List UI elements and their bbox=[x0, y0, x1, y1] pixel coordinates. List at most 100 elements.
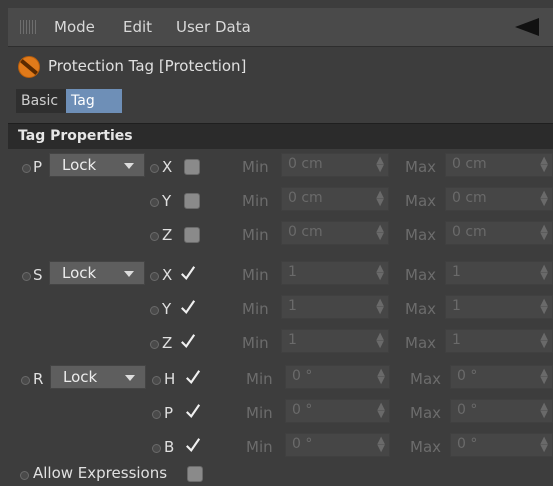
max-label: Max bbox=[410, 404, 442, 422]
min-label: Min bbox=[242, 226, 269, 244]
max-value: 0 cm bbox=[452, 224, 487, 240]
animation-dot-icon[interactable] bbox=[152, 376, 161, 385]
min-field[interactable]: 0 ° ▲ ▼ bbox=[285, 399, 390, 423]
spinner-arrows-icon[interactable]: ▲ ▼ bbox=[377, 402, 385, 420]
spinner-arrows-icon[interactable]: ▲ ▼ bbox=[540, 224, 548, 242]
max-field[interactable]: 0 cm ▲ ▼ bbox=[445, 187, 553, 211]
min-field[interactable]: 1 ▲ ▼ bbox=[281, 295, 389, 319]
spinner-arrows-icon[interactable]: ▲ ▼ bbox=[540, 156, 548, 174]
checkmark-icon[interactable] bbox=[185, 369, 201, 385]
menu-edit[interactable]: Edit bbox=[123, 18, 152, 36]
min-label: Min bbox=[242, 300, 269, 318]
chevron-down-icon bbox=[124, 163, 134, 169]
menu-mode[interactable]: Mode bbox=[54, 18, 95, 36]
spinner-arrows-icon[interactable]: ▲ ▼ bbox=[377, 368, 385, 386]
animation-dot-icon[interactable] bbox=[22, 164, 31, 173]
animation-dot-icon[interactable] bbox=[150, 198, 159, 207]
min-label: Min bbox=[246, 370, 273, 388]
animation-dot-icon[interactable] bbox=[150, 272, 159, 281]
allow-expressions-label: Allow Expressions bbox=[33, 464, 168, 482]
checkmark-icon[interactable] bbox=[180, 265, 196, 281]
spinner-arrows-icon[interactable]: ▲ ▼ bbox=[376, 264, 384, 282]
min-label: Min bbox=[242, 158, 269, 176]
max-field[interactable]: 0 cm ▲ ▼ bbox=[445, 153, 553, 177]
min-value: 1 bbox=[288, 332, 297, 348]
spinner-arrows-icon[interactable]: ▲ ▼ bbox=[376, 224, 384, 242]
animation-dot-icon[interactable] bbox=[150, 340, 159, 349]
mode-dropdown-value: Lock bbox=[63, 368, 98, 386]
checkmark-icon[interactable] bbox=[185, 403, 201, 419]
spinner-arrows-icon[interactable]: ▲ ▼ bbox=[540, 332, 548, 350]
min-value: 0 cm bbox=[288, 190, 323, 206]
animation-dot-icon[interactable] bbox=[22, 272, 31, 281]
min-field[interactable]: 0 ° ▲ ▼ bbox=[285, 433, 390, 457]
axis-label-y: Y bbox=[162, 192, 172, 210]
spinner-arrows-icon[interactable]: ▲ ▼ bbox=[540, 298, 548, 316]
spinner-arrows-icon[interactable]: ▲ ▼ bbox=[376, 298, 384, 316]
axis-label-x: X bbox=[162, 266, 173, 284]
spinner-arrows-icon[interactable]: ▲ ▼ bbox=[540, 264, 548, 282]
min-field[interactable]: 1 ▲ ▼ bbox=[281, 329, 389, 353]
checkmark-icon[interactable] bbox=[180, 333, 196, 349]
max-field[interactable]: 0 ° ▲ ▼ bbox=[450, 365, 553, 389]
min-value: 1 bbox=[288, 298, 297, 314]
tab-tag[interactable]: Tag bbox=[66, 89, 122, 113]
max-field[interactable]: 1 ▲ ▼ bbox=[445, 295, 553, 319]
spinner-arrows-icon[interactable]: ▲ ▼ bbox=[376, 332, 384, 350]
spinner-arrows-icon[interactable]: ▲ ▼ bbox=[540, 190, 548, 208]
max-value: 0 ° bbox=[457, 402, 478, 418]
tab-basic[interactable]: Basic bbox=[16, 89, 66, 113]
max-label: Max bbox=[405, 300, 437, 318]
spinner-arrows-icon[interactable]: ▲ ▼ bbox=[540, 436, 548, 454]
spinner-arrows-icon[interactable]: ▲ ▼ bbox=[377, 436, 385, 454]
mode-dropdown-r[interactable]: Lock bbox=[50, 365, 146, 389]
min-field[interactable]: 0 cm ▲ ▼ bbox=[281, 221, 389, 245]
checkmark-icon[interactable] bbox=[180, 299, 196, 315]
min-field[interactable]: 0 cm ▲ ▼ bbox=[281, 153, 389, 177]
group-label-s: S bbox=[33, 266, 43, 284]
animation-dot-icon[interactable] bbox=[150, 164, 159, 173]
min-field[interactable]: 0 ° ▲ ▼ bbox=[285, 365, 390, 389]
animation-dot-icon[interactable] bbox=[152, 444, 161, 453]
min-value: 0 ° bbox=[292, 436, 313, 452]
max-field[interactable]: 0 ° ▲ ▼ bbox=[450, 399, 553, 423]
mode-dropdown-value: Lock bbox=[62, 264, 97, 282]
min-field[interactable]: 1 ▲ ▼ bbox=[281, 261, 389, 285]
chevron-down-icon bbox=[124, 271, 134, 277]
spinner-arrows-icon[interactable]: ▲ ▼ bbox=[376, 190, 384, 208]
mode-dropdown-s[interactable]: Lock bbox=[49, 261, 145, 285]
max-field[interactable]: 0 ° ▲ ▼ bbox=[450, 433, 553, 457]
axis-label-b: B bbox=[164, 438, 175, 456]
axis-checkbox-y[interactable] bbox=[184, 193, 200, 209]
min-value: 0 cm bbox=[288, 224, 323, 240]
spinner-arrows-icon[interactable]: ▲ ▼ bbox=[540, 402, 548, 420]
max-value: 1 bbox=[452, 298, 461, 314]
animation-dot-icon[interactable] bbox=[152, 410, 161, 419]
min-label: Min bbox=[242, 334, 269, 352]
axis-checkbox-x[interactable] bbox=[184, 159, 200, 175]
animation-dot-icon[interactable] bbox=[150, 306, 159, 315]
mode-dropdown-p[interactable]: Lock bbox=[49, 153, 145, 177]
min-value: 0 ° bbox=[292, 402, 313, 418]
axis-label-z: Z bbox=[162, 226, 173, 244]
animation-dot-icon[interactable] bbox=[20, 471, 29, 480]
spinner-arrows-icon[interactable]: ▲ ▼ bbox=[376, 156, 384, 174]
max-field[interactable]: 1 ▲ ▼ bbox=[445, 261, 553, 285]
animation-dot-icon[interactable] bbox=[21, 376, 30, 385]
back-arrow-icon[interactable] bbox=[515, 18, 539, 36]
min-value: 0 cm bbox=[288, 156, 323, 172]
min-label: Min bbox=[246, 438, 273, 456]
max-label: Max bbox=[405, 266, 437, 284]
max-field[interactable]: 1 ▲ ▼ bbox=[445, 329, 553, 353]
animation-dot-icon[interactable] bbox=[150, 232, 159, 241]
menu-user-data[interactable]: User Data bbox=[176, 18, 251, 36]
spinner-arrows-icon[interactable]: ▲ ▼ bbox=[540, 368, 548, 386]
max-label: Max bbox=[405, 192, 437, 210]
min-field[interactable]: 0 cm ▲ ▼ bbox=[281, 187, 389, 211]
axis-checkbox-z[interactable] bbox=[184, 227, 200, 243]
grip-icon[interactable] bbox=[20, 20, 36, 34]
checkmark-icon[interactable] bbox=[185, 437, 201, 453]
allow-expressions-checkbox[interactable] bbox=[187, 466, 203, 482]
axis-label-z: Z bbox=[162, 334, 173, 352]
max-field[interactable]: 0 cm ▲ ▼ bbox=[445, 221, 553, 245]
